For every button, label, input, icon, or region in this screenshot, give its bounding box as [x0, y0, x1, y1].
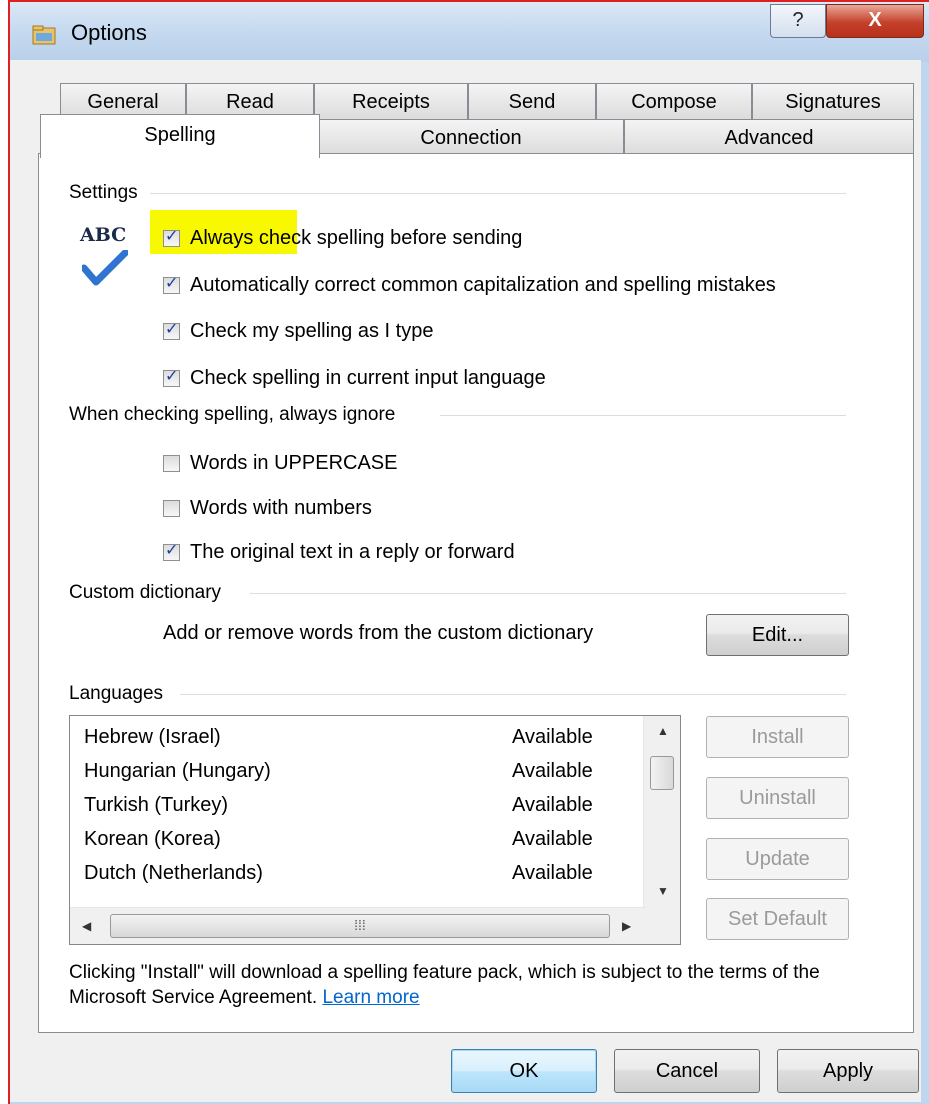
- language-status: Available: [512, 862, 593, 884]
- numbers-checkbox[interactable]: [163, 500, 180, 517]
- dictionary-group-label: Custom dictionary: [69, 582, 234, 604]
- option-check-as-type[interactable]: Check my spelling as I type: [163, 319, 434, 343]
- set-default-button[interactable]: Set Default: [706, 898, 849, 940]
- edit-dictionary-button[interactable]: Edit...: [706, 614, 849, 656]
- close-button[interactable]: X: [826, 4, 924, 38]
- uppercase-checkbox[interactable]: [163, 455, 180, 472]
- tab-spelling[interactable]: Spelling: [40, 114, 320, 158]
- languages-list[interactable]: Hebrew (Israel) Available Hungarian (Hun…: [69, 715, 681, 945]
- tab-signatures[interactable]: Signatures: [752, 83, 914, 119]
- scroll-corner: [644, 908, 680, 944]
- install-button[interactable]: Install: [706, 716, 849, 758]
- option-always-check[interactable]: Always check spelling before sending: [163, 226, 523, 250]
- list-item[interactable]: Korean (Korea) Available: [84, 828, 624, 851]
- cancel-button[interactable]: Cancel: [614, 1049, 760, 1093]
- settings-group-label: Settings: [69, 182, 150, 204]
- check-as-type-label: Check my spelling as I type: [190, 320, 434, 342]
- scroll-right-icon[interactable]: ▶: [622, 919, 631, 933]
- dictionary-description: Add or remove words from the custom dict…: [163, 622, 594, 644]
- learn-more-link[interactable]: Learn more: [322, 987, 419, 1008]
- help-button[interactable]: ?: [770, 4, 826, 38]
- check-as-type-checkbox[interactable]: [163, 319, 180, 340]
- scroll-up-icon[interactable]: ▲: [657, 724, 669, 738]
- option-input-language[interactable]: Check spelling in current input language: [163, 366, 546, 390]
- checkmark-icon: [82, 250, 128, 286]
- spelling-icon-text: ABC: [80, 224, 127, 246]
- ok-button[interactable]: OK: [451, 1049, 597, 1093]
- original-text-checkbox[interactable]: [163, 540, 180, 561]
- language-status: Available: [512, 828, 593, 850]
- language-name: Turkish (Turkey): [84, 794, 229, 816]
- tab-connection[interactable]: Connection: [318, 119, 624, 155]
- language-status: Available: [512, 726, 593, 748]
- install-notice: Clicking "Install" will download a spell…: [69, 960, 869, 1010]
- spelling-check-icon: ABC: [80, 224, 132, 292]
- language-name: Dutch (Netherlands): [84, 862, 263, 884]
- language-status: Available: [512, 794, 593, 816]
- update-button[interactable]: Update: [706, 838, 849, 880]
- vertical-scrollbar[interactable]: ▲ ▼: [643, 716, 680, 908]
- apply-button[interactable]: Apply: [777, 1049, 919, 1093]
- always-check-checkbox[interactable]: [163, 226, 180, 247]
- title-bar: Options ? X: [10, 2, 929, 62]
- input-language-label: Check spelling in current input language: [190, 367, 546, 389]
- uppercase-label: Words in UPPERCASE: [190, 452, 398, 474]
- always-check-label: Always check spelling before sending: [190, 227, 523, 249]
- language-name: Hungarian (Hungary): [84, 760, 271, 782]
- language-status: Available: [512, 760, 593, 782]
- numbers-label: Words with numbers: [190, 497, 372, 519]
- tab-receipts[interactable]: Receipts: [314, 83, 468, 119]
- dictionary-divider: [250, 593, 846, 594]
- languages-divider: [180, 694, 846, 695]
- autocorrect-label: Automatically correct common capitalizat…: [190, 274, 776, 296]
- input-language-checkbox[interactable]: [163, 366, 180, 387]
- option-uppercase[interactable]: Words in UPPERCASE: [163, 452, 397, 475]
- list-item[interactable]: Dutch (Netherlands) Available: [84, 862, 624, 885]
- tab-send[interactable]: Send: [468, 83, 596, 119]
- language-name: Hebrew (Israel): [84, 726, 221, 748]
- vertical-scroll-thumb[interactable]: [650, 756, 674, 790]
- horizontal-scroll-thumb[interactable]: ⁞⁞⁞: [110, 914, 610, 938]
- option-numbers[interactable]: Words with numbers: [163, 497, 372, 520]
- original-text-label: The original text in a reply or forward: [190, 541, 515, 563]
- options-window-icon: [32, 25, 56, 45]
- tab-compose[interactable]: Compose: [596, 83, 752, 119]
- tab-advanced[interactable]: Advanced: [624, 119, 914, 155]
- scroll-down-icon[interactable]: ▼: [657, 884, 669, 898]
- install-notice-text: Clicking "Install" will download a spell…: [69, 962, 820, 1008]
- settings-divider: [150, 193, 846, 194]
- scroll-left-icon[interactable]: ◀: [82, 919, 91, 933]
- window-title: Options: [71, 20, 147, 45]
- option-autocorrect[interactable]: Automatically correct common capitalizat…: [163, 273, 776, 297]
- ignore-group-label: When checking spelling, always ignore: [69, 404, 408, 426]
- autocorrect-checkbox[interactable]: [163, 273, 180, 294]
- list-item[interactable]: Hungarian (Hungary) Available: [84, 760, 624, 783]
- horizontal-scrollbar[interactable]: ◀ ⁞⁞⁞ ▶: [70, 907, 646, 944]
- list-item[interactable]: Turkish (Turkey) Available: [84, 794, 624, 817]
- list-item[interactable]: Hebrew (Israel) Available: [84, 726, 624, 749]
- languages-group-label: Languages: [69, 683, 176, 705]
- option-original-text[interactable]: The original text in a reply or forward: [163, 540, 515, 564]
- language-name: Korean (Korea): [84, 828, 221, 850]
- uninstall-button[interactable]: Uninstall: [706, 777, 849, 819]
- ignore-divider: [440, 415, 846, 416]
